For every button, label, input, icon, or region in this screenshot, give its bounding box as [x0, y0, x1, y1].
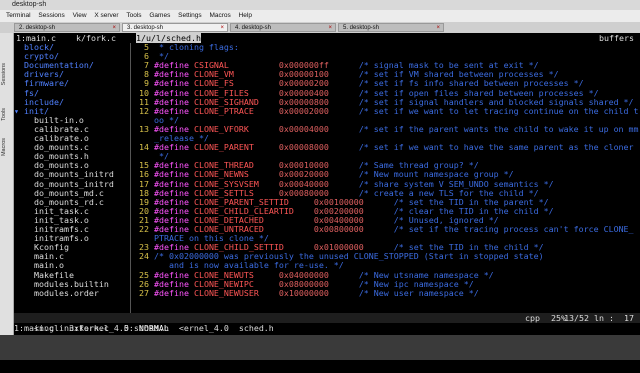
- menu-view[interactable]: View: [73, 10, 87, 22]
- split-divider[interactable]: [130, 43, 131, 313]
- menu-terminal[interactable]: Terminal: [6, 10, 31, 22]
- code-line: 12 #define CLONE_PTRACE 0x00002000 /* se…: [134, 105, 639, 116]
- code-token: CLONE_NEWUSER: [193, 287, 279, 298]
- code-line: 14 #define CLONE_PARENT 0x00008000 /* se…: [134, 143, 634, 152]
- status-filetype: cpp: [525, 313, 540, 323]
- code-token: 0x00002000: [278, 105, 359, 116]
- code-token: CLONE_PTRACE: [193, 105, 279, 116]
- command-line[interactable]: 1:main.c 3:fork.c 5:sched.h: [14, 323, 640, 333]
- file-tree[interactable]: block/ crypto/ Documentation/ drivers/ f…: [14, 42, 129, 313]
- bottom-status-bar: [0, 335, 640, 360]
- session-tab-label: 2. desktop-sh: [19, 25, 56, 31]
- code-token: 0x00004000: [278, 123, 359, 134]
- status-position: 13/52 ln : 17: [564, 313, 634, 323]
- code-token: 0x10000000: [278, 287, 359, 298]
- menu-macros[interactable]: Macros: [209, 10, 230, 22]
- buffers-label: buffers: [599, 33, 634, 43]
- buffer-tab-sched[interactable]: 1/u/l/sched.h: [136, 33, 201, 43]
- session-tab-label: 4. desktop-sh: [235, 25, 272, 31]
- close-icon[interactable]: ×: [112, 24, 116, 32]
- side-tab-tools[interactable]: Tools: [1, 108, 7, 121]
- session-tab[interactable]: 2. desktop-sh ×: [14, 23, 120, 32]
- code-line: 13 #define CLONE_VFORK 0x00004000 /* set…: [134, 123, 639, 134]
- tree-file[interactable]: modules.order: [14, 288, 99, 298]
- code-token: /* set if we want to have the same paren…: [358, 142, 634, 153]
- code-line: 27 #define CLONE_NEWUSER 0x10000000 /* N…: [134, 287, 479, 298]
- code-token: 0x00008000: [278, 142, 359, 153]
- code-token: CLONE_PARENT: [193, 142, 279, 153]
- menu-tools[interactable]: Tools: [126, 10, 141, 22]
- menu-sessions[interactable]: Sessions: [38, 10, 64, 22]
- code-token: /* set if the tracing process can't forc…: [393, 224, 634, 234]
- buffer-tabline: 1:main.c k/fork.c 1/u/l/sched.h buffers: [14, 33, 640, 43]
- code-token: /* set if we want to let tracing continu…: [358, 105, 639, 116]
- close-icon[interactable]: ×: [220, 24, 224, 32]
- session-tab[interactable]: 5. desktop-sh ×: [338, 23, 444, 32]
- close-icon[interactable]: ×: [328, 24, 332, 32]
- code-editor[interactable]: 5 * cloning flags: 6 */ 7 #define CSIGNA…: [134, 43, 640, 313]
- side-tab-macros[interactable]: Macros: [1, 138, 7, 156]
- code-token: /* New user namespace */: [358, 287, 479, 298]
- window-title: desktop-sh: [12, 1, 47, 8]
- session-tab[interactable]: 3. desktop-sh ×: [122, 23, 228, 32]
- session-tab[interactable]: 4. desktop-sh ×: [230, 23, 336, 32]
- status-line: <inglinuxkernel_4.0 NORMAL <ernel_4.0 sc…: [14, 313, 640, 333]
- menu-settings[interactable]: Settings: [178, 10, 202, 22]
- side-panel-strip: Sessions Tools Macros: [0, 33, 14, 335]
- menu-xserver[interactable]: X server: [94, 10, 118, 22]
- session-tab-bar: 2. desktop-sh × 3. desktop-sh × 4. desktop…: [0, 22, 640, 33]
- session-tab-label: 5. desktop-sh: [343, 25, 380, 31]
- menu-help[interactable]: Help: [239, 10, 252, 22]
- buffer-tab-fork[interactable]: k/fork.c: [76, 33, 116, 43]
- code-token: 0x00800000: [313, 224, 394, 234]
- line-number: 27: [134, 287, 154, 298]
- code-token: #define: [153, 287, 194, 298]
- side-tab-sessions[interactable]: Sessions: [1, 63, 7, 85]
- session-tab-label: 3. desktop-sh: [127, 25, 164, 31]
- menu-games[interactable]: Games: [149, 10, 170, 22]
- terminal-area[interactable]: 1:main.c k/fork.c 1/u/l/sched.h buffers …: [14, 33, 640, 335]
- close-icon[interactable]: ×: [436, 24, 440, 32]
- window-titlebar: desktop-sh: [0, 0, 640, 10]
- code-token: /* set if the parent wants the child to …: [358, 123, 639, 134]
